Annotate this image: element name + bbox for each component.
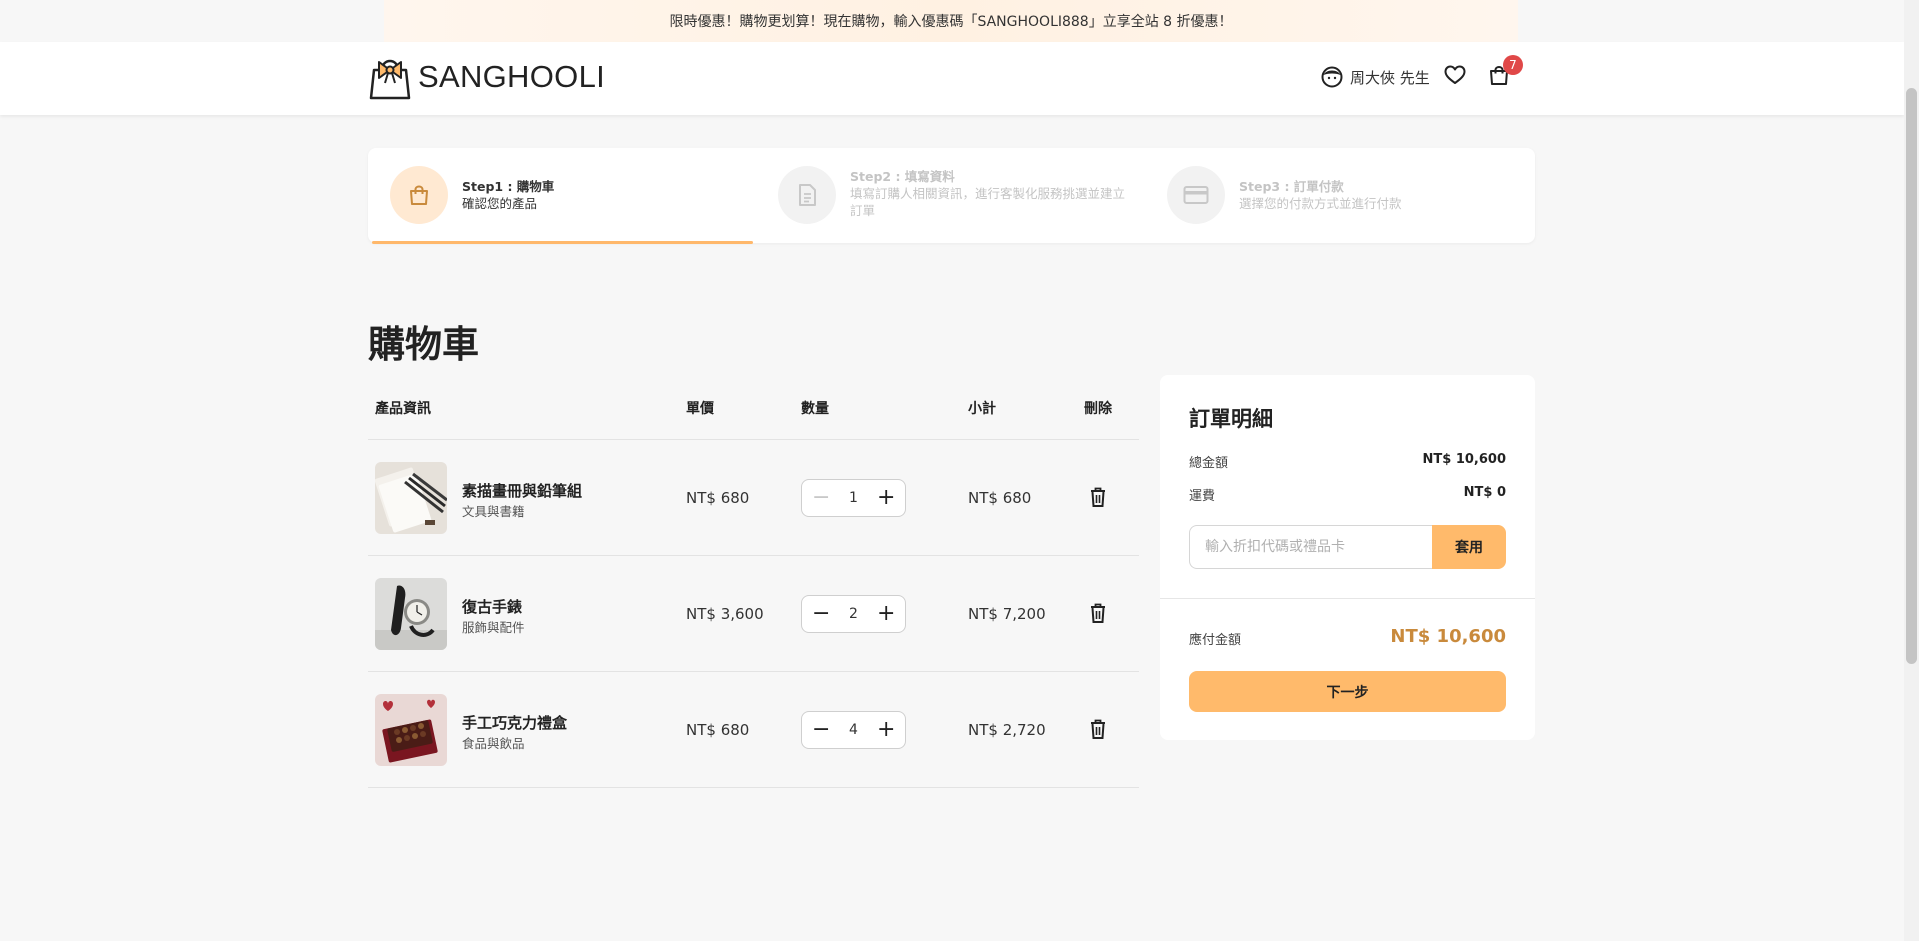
order-summary: 訂單明細 總金額 NT$ 10,600 運費 NT$ 0 套用 應付金額 NT$…: [1160, 375, 1535, 740]
user-name: 周大俠 先生: [1350, 68, 1430, 87]
step-payment-circle: [1167, 166, 1225, 224]
cart-count-badge: 7: [1503, 55, 1523, 75]
quantity-stepper: − 2 +: [801, 595, 906, 633]
table-row: 手工巧克力禮盒 食品與飲品 NT$ 680 − 4 + NT$ 2,720: [368, 672, 1139, 788]
trash-icon[interactable]: [1090, 719, 1106, 739]
trash-icon[interactable]: [1090, 487, 1106, 507]
credit-card-icon: [1183, 186, 1209, 204]
trash-icon[interactable]: [1090, 603, 1106, 623]
promo-banner: 限時優惠！購物更划算！現在購物，輸入優惠碼「SANGHOOLI888」立享全站 …: [384, 0, 1518, 42]
shipping-label: 運費: [1189, 489, 1216, 504]
summary-divider: [1160, 598, 1535, 599]
shopping-bag-logo-icon: [369, 59, 411, 100]
increase-quantity-button[interactable]: +: [877, 603, 895, 625]
logo[interactable]: SANGHOOLI: [368, 54, 605, 100]
site-header: SANGHOOLI 周大俠 先生 7: [0, 42, 1904, 115]
quantity-stepper: − 4 +: [801, 711, 906, 749]
shopping-bag-icon: [410, 185, 428, 205]
row-subtotal: NT$ 2,720: [968, 721, 1046, 739]
checkout-steps: Step1 : 購物車 確認您的產品 Step2 : 填寫資料 填寫訂購人相關資…: [368, 148, 1535, 243]
user-account[interactable]: 周大俠 先生: [1321, 66, 1430, 88]
logo-text: SANGHOOLI: [418, 59, 606, 94]
quantity-value: 4: [849, 722, 858, 738]
unit-price: NT$ 680: [686, 721, 750, 739]
product-image[interactable]: [375, 578, 447, 650]
step-desc: 確認您的產品: [462, 196, 538, 211]
total-value: NT$ 10,600: [1422, 452, 1506, 467]
column-header-quantity: 數量: [801, 401, 829, 417]
wishlist-heart-icon[interactable]: [1444, 65, 1466, 85]
row-subtotal: NT$ 7,200: [968, 605, 1046, 623]
quantity-stepper: − 1 +: [801, 479, 906, 517]
column-header-subtotal: 小計: [968, 401, 996, 417]
product-category: 食品與飲品: [462, 736, 525, 751]
decrease-quantity-button[interactable]: −: [812, 487, 830, 509]
step-title: Step1 : 購物車: [462, 179, 555, 194]
product-name[interactable]: 復古手錶: [462, 596, 522, 617]
coupon-form: 套用: [1189, 525, 1506, 569]
table-row: 素描畫冊與鉛筆組 文具與書籍 NT$ 680 − 1 + NT$ 680: [368, 440, 1139, 556]
apply-coupon-button[interactable]: 套用: [1432, 525, 1506, 569]
document-icon: [799, 184, 816, 206]
step-payment: Step3 : 訂單付款 選擇您的付款方式並進行付款: [1167, 166, 1402, 224]
decrease-quantity-button[interactable]: −: [812, 603, 830, 625]
step-cart: Step1 : 購物車 確認您的產品: [390, 166, 554, 224]
payable-value: NT$ 10,600: [1390, 626, 1506, 647]
page-title: 購物車: [368, 323, 479, 366]
column-header-product: 產品資訊: [375, 401, 431, 417]
table-row: 復古手錶 服飾與配件 NT$ 3,600 − 2 + NT$ 7,200: [368, 556, 1139, 672]
promo-text: 限時優惠！購物更划算！現在購物，輸入優惠碼「SANGHOOLI888」立享全站 …: [669, 14, 1233, 30]
summary-title: 訂單明細: [1189, 407, 1273, 431]
product-image[interactable]: [375, 462, 447, 534]
step-progress-bar: [372, 241, 753, 244]
product-category: 服飾與配件: [462, 620, 525, 635]
product-name[interactable]: 素描畫冊與鉛筆組: [462, 480, 582, 501]
increase-quantity-button[interactable]: +: [877, 487, 895, 509]
step-cart-circle: [390, 166, 448, 224]
quantity-value: 2: [849, 606, 858, 622]
next-step-button[interactable]: 下一步: [1189, 671, 1506, 712]
product-image[interactable]: [375, 694, 447, 766]
product-name[interactable]: 手工巧克力禮盒: [462, 712, 567, 733]
column-header-delete: 刪除: [1084, 401, 1112, 417]
step-title: Step2 : 填寫資料: [850, 169, 955, 184]
step-fill-info: Step2 : 填寫資料 填寫訂購人相關資訊，進行客製化服務挑選並建立訂單: [778, 166, 1135, 224]
step-fill-info-circle: [778, 166, 836, 224]
increase-quantity-button[interactable]: +: [877, 719, 895, 741]
quantity-value: 1: [849, 490, 858, 506]
unit-price: NT$ 3,600: [686, 605, 764, 623]
coupon-input[interactable]: [1189, 525, 1432, 569]
step-desc: 選擇您的付款方式並進行付款: [1239, 196, 1402, 211]
step-title: Step3 : 訂單付款: [1239, 179, 1344, 194]
column-header-price: 單價: [686, 401, 714, 417]
row-subtotal: NT$ 680: [968, 489, 1032, 507]
unit-price: NT$ 680: [686, 489, 750, 507]
product-category: 文具與書籍: [462, 504, 525, 519]
payable-label: 應付金額: [1189, 633, 1242, 648]
scrollbar-thumb[interactable]: [1906, 88, 1917, 664]
step-desc: 填寫訂購人相關資訊，進行客製化服務挑選並建立訂單: [850, 186, 1126, 218]
decrease-quantity-button[interactable]: −: [812, 719, 830, 741]
user-avatar-icon: [1321, 66, 1343, 88]
total-label: 總金額: [1189, 456, 1229, 471]
shipping-value: NT$ 0: [1463, 485, 1506, 500]
